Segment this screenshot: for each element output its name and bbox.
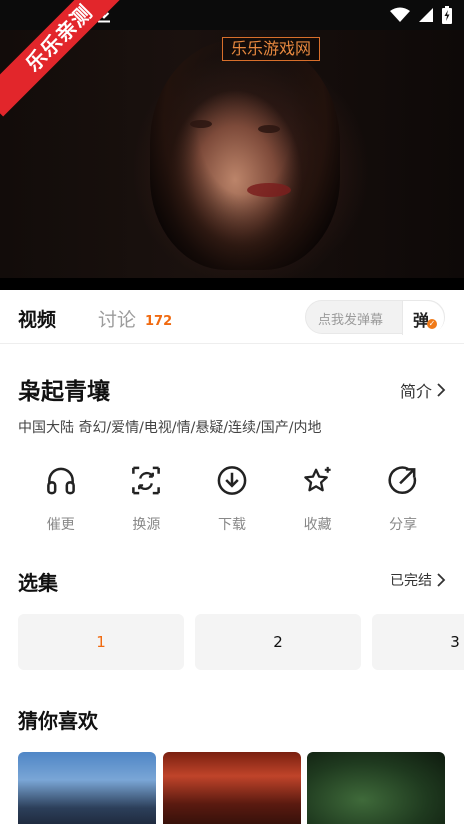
episode-list: 1 2 3 — [18, 614, 464, 670]
video-frame-detail — [190, 120, 212, 128]
recommend-list — [18, 752, 464, 824]
action-switch-source[interactable]: 换源 — [104, 464, 190, 534]
recommend-poster[interactable] — [18, 752, 156, 824]
action-label: 换源 — [132, 517, 161, 533]
chevron-right-icon — [437, 383, 446, 397]
action-label: 分享 — [389, 517, 418, 533]
show-tags: 中国大陆 奇幻/爱情/电视/情/悬疑/连续/国产/内地 — [18, 420, 322, 436]
star-sparkle-icon — [303, 466, 331, 492]
tab-video[interactable]: 视频 — [18, 305, 56, 332]
action-row: 催更 换源 下载 收藏 分享 — [18, 464, 446, 534]
app-screen: 乐乐游戏网 乐乐亲测 视频 讨论 172 点我发弹幕 弹 ✓ 枭起青壤 简介 中… — [0, 0, 464, 824]
action-share[interactable]: 分享 — [360, 464, 446, 534]
episode-item[interactable]: 2 — [195, 614, 361, 670]
download-circle-icon — [217, 466, 247, 495]
intro-label: 简介 — [399, 382, 432, 401]
episodes-status: 已完结 — [390, 573, 432, 589]
watermark: 乐乐游戏网 — [222, 37, 320, 61]
tabs-bar: 视频 讨论 172 点我发弹幕 弹 ✓ — [0, 290, 464, 344]
battery-icon — [442, 6, 452, 24]
intro-link[interactable]: 简介 — [400, 378, 446, 402]
action-label: 催更 — [46, 517, 75, 533]
action-label: 下载 — [217, 517, 246, 533]
recommend-title: 猜你喜欢 — [18, 709, 98, 733]
video-frame-detail — [258, 125, 280, 133]
action-urge-update[interactable]: 催更 — [18, 464, 104, 534]
recommend-poster[interactable] — [307, 752, 445, 824]
wifi-icon — [390, 7, 410, 22]
action-favorite[interactable]: 收藏 — [275, 464, 361, 534]
signal-icon — [419, 8, 433, 22]
episodes-status-link[interactable]: 已完结 — [390, 570, 446, 590]
danmaku-bar: 点我发弹幕 弹 ✓ — [305, 300, 445, 335]
action-download[interactable]: 下载 — [189, 464, 275, 534]
discussion-count-badge: 172 — [145, 314, 173, 329]
episode-item[interactable]: 3 — [372, 614, 464, 670]
danmaku-toggle-label: 弹 — [413, 311, 430, 330]
danmaku-toggle-button[interactable]: 弹 ✓ — [402, 301, 444, 335]
switch-source-icon — [132, 466, 161, 495]
video-frame-detail — [247, 183, 291, 197]
video-bottom-band — [0, 278, 464, 290]
episode-item[interactable]: 1 — [18, 614, 184, 670]
danmaku-input[interactable]: 点我发弹幕 — [318, 309, 383, 328]
action-label: 收藏 — [303, 517, 332, 533]
tab-discussion[interactable]: 讨论 — [98, 305, 136, 332]
episodes-title: 选集 — [18, 571, 58, 595]
check-badge-icon: ✓ — [427, 319, 437, 329]
share-arrow-icon — [388, 466, 417, 495]
recommend-poster[interactable] — [163, 752, 301, 824]
show-title: 枭起青壤 — [18, 379, 110, 405]
headphones-icon — [46, 467, 75, 495]
video-frame-shade — [150, 40, 340, 270]
chevron-right-icon — [437, 573, 446, 587]
